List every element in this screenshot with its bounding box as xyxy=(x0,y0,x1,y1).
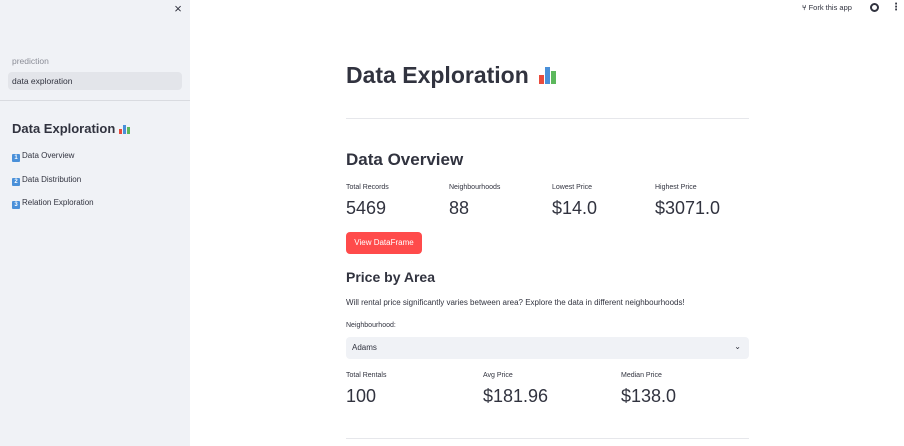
bottom-divider xyxy=(346,438,749,439)
toc-link-label: Data Overview xyxy=(22,151,75,160)
toc-link-relation-exploration[interactable]: 3 Relation Exploration xyxy=(12,198,94,209)
sidebar: × prediction data exploration Data Explo… xyxy=(0,0,190,446)
bar-chart-icon xyxy=(539,67,557,84)
metric-value-total-rentals: 100 xyxy=(346,386,377,406)
fork-icon: ⑂ xyxy=(802,3,807,12)
neighbourhood-select[interactable]: Adams ⌄ xyxy=(346,337,749,359)
fork-app-label: Fork this app xyxy=(808,3,852,12)
page-title: Data Exploration xyxy=(346,62,557,89)
price-by-area-description: Will rental price significantly varies b… xyxy=(346,298,685,307)
neighbourhood-select-label: Neighbourhood: xyxy=(346,322,396,329)
number-1-icon: 1 xyxy=(12,154,20,162)
metric-value-lowest-price: $14.0 xyxy=(552,198,598,218)
metric-label-lowest-price: Lowest Price xyxy=(552,184,593,191)
sidebar-divider xyxy=(0,100,190,101)
data-overview-heading: Data Overview xyxy=(346,150,464,169)
nav-item-prediction[interactable]: prediction xyxy=(8,52,182,70)
metric-label-total-rentals: Total Rentals xyxy=(346,372,387,379)
page-title-text: Data Exploration xyxy=(346,62,529,88)
price-by-area-heading: Price by Area xyxy=(346,269,435,285)
nav-item-data-exploration[interactable]: data exploration xyxy=(8,72,182,90)
number-3-icon: 3 xyxy=(12,201,20,209)
main-menu-icon[interactable]: ⋮ xyxy=(891,2,901,13)
metric-label-total-records: Total Records xyxy=(346,184,389,191)
view-dataframe-button[interactable]: View DataFrame xyxy=(346,232,422,254)
github-icon[interactable] xyxy=(870,3,879,12)
sidebar-section-title-text: Data Exploration xyxy=(12,121,116,136)
metric-value-avg-price: $181.96 xyxy=(483,386,549,406)
toc-link-label: Relation Exploration xyxy=(22,198,94,207)
toc-link-data-overview[interactable]: 1 Data Overview xyxy=(12,151,74,162)
metric-value-total-records: 5469 xyxy=(346,198,387,218)
toc-link-label: Data Distribution xyxy=(22,175,82,184)
neighbourhood-select-value: Adams xyxy=(352,343,377,352)
metric-label-median-price: Median Price xyxy=(621,372,662,379)
chevron-down-icon: ⌄ xyxy=(734,342,741,351)
number-2-icon: 2 xyxy=(12,178,20,186)
metric-label-neighbourhoods: Neighbourhoods xyxy=(449,184,501,191)
metric-label-avg-price: Avg Price xyxy=(483,372,513,379)
sidebar-section-title: Data Exploration xyxy=(12,121,130,136)
close-sidebar-button[interactable]: × xyxy=(171,2,185,16)
bar-chart-icon xyxy=(118,125,130,134)
metric-value-highest-price: $3071.0 xyxy=(655,198,721,218)
fork-app-button[interactable]: ⑂ Fork this app xyxy=(802,3,852,12)
metric-label-highest-price: Highest Price xyxy=(655,184,697,191)
title-divider xyxy=(346,118,749,119)
toc-link-data-distribution[interactable]: 2 Data Distribution xyxy=(12,175,81,186)
metric-value-median-price: $138.0 xyxy=(621,386,677,406)
metric-value-neighbourhoods: 88 xyxy=(449,198,470,218)
